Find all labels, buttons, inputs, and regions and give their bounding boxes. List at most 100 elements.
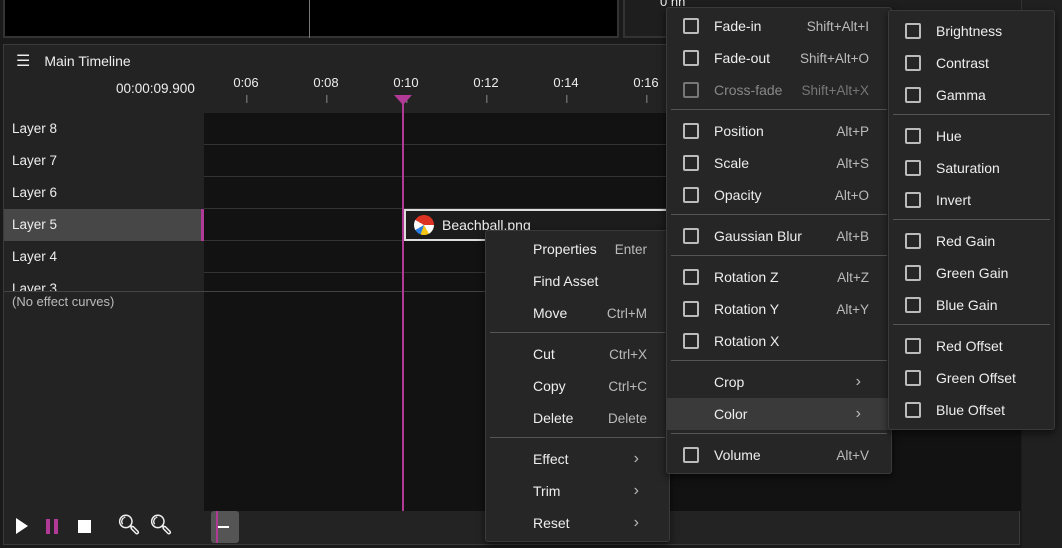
ruler-tick: 0:06: [233, 75, 259, 103]
menu-item[interactable]: Reset ›: [486, 507, 669, 539]
layer-selection-marker: [201, 209, 204, 241]
menu-item[interactable]: Crop ›: [667, 366, 891, 398]
chevron-right-icon: ›: [633, 514, 639, 531]
checkbox[interactable]: [905, 402, 921, 418]
preview-panel: [3, 0, 619, 38]
menu-item[interactable]: Color ›: [667, 398, 891, 430]
playhead-handle[interactable]: [394, 95, 412, 105]
menu-item[interactable]: Blue Gain: [889, 289, 1054, 321]
menu-separator: [671, 433, 887, 434]
checkbox[interactable]: [683, 18, 699, 34]
scrollbar-thumb[interactable]: [211, 511, 239, 543]
checkbox[interactable]: [905, 297, 921, 313]
checkbox[interactable]: [905, 370, 921, 386]
menu-item[interactable]: Green Offset: [889, 362, 1054, 394]
menu-item[interactable]: Copy Ctrl+C: [486, 370, 669, 402]
checkbox[interactable]: [683, 187, 699, 203]
checkbox[interactable]: [905, 192, 921, 208]
layer-label[interactable]: Layer 8: [4, 113, 204, 145]
clip-context-menu: Properties Enter Find Asset Move Ctrl+M Cut Ct…: [485, 230, 670, 542]
checkbox[interactable]: [683, 228, 699, 244]
ruler-tick: 0:12: [473, 75, 499, 103]
checkbox[interactable]: [905, 55, 921, 71]
checkbox[interactable]: [683, 447, 699, 463]
menu-item[interactable]: Scale Alt+S: [667, 147, 891, 179]
checkbox[interactable]: [683, 82, 699, 98]
menu-separator: [893, 219, 1050, 220]
stop-icon[interactable]: [78, 520, 91, 533]
checkbox[interactable]: [683, 123, 699, 139]
menu-separator: [893, 114, 1050, 115]
menu-separator: [490, 437, 665, 438]
checkbox[interactable]: [905, 233, 921, 249]
menu-item[interactable]: Contrast: [889, 47, 1054, 79]
checkbox[interactable]: [683, 155, 699, 171]
checkbox[interactable]: [905, 160, 921, 176]
checkbox[interactable]: [683, 301, 699, 317]
chevron-right-icon: ›: [633, 450, 639, 467]
menu-item[interactable]: Opacity Alt+O: [667, 179, 891, 211]
play-icon[interactable]: [16, 518, 28, 534]
checkbox[interactable]: [905, 87, 921, 103]
checkbox[interactable]: [905, 265, 921, 281]
layer-label[interactable]: Layer 6: [4, 177, 204, 209]
menu-item[interactable]: Hue: [889, 120, 1054, 152]
menu-separator: [671, 255, 887, 256]
checkbox[interactable]: [905, 23, 921, 39]
checkbox[interactable]: [683, 333, 699, 349]
chevron-right-icon: ›: [633, 482, 639, 499]
ruler-tick: 0:14: [553, 75, 579, 103]
menu-item[interactable]: Gaussian Blur Alt+B: [667, 220, 891, 252]
zoom-out-icon[interactable]: 🔍︎: [117, 513, 141, 537]
menu-item[interactable]: Fade-out Shift+Alt+O: [667, 42, 891, 74]
menu-item[interactable]: Find Asset: [486, 265, 669, 297]
menu-item[interactable]: Invert: [889, 184, 1054, 216]
menu-item[interactable]: Cross-fade Shift+Alt+X: [667, 74, 891, 106]
chevron-right-icon: ›: [855, 405, 861, 422]
menu-item[interactable]: Blue Offset: [889, 394, 1054, 426]
menu-item[interactable]: Rotation Y Alt+Y: [667, 293, 891, 325]
beachball-icon: [414, 215, 434, 235]
menu-item[interactable]: Volume Alt+V: [667, 439, 891, 471]
timecode: 00:00:09.900: [116, 81, 195, 96]
layer-label[interactable]: Layer 5: [4, 209, 204, 241]
menu-separator: [490, 332, 665, 333]
menu-item[interactable]: Saturation: [889, 152, 1054, 184]
ruler-tick: 0:08: [313, 75, 339, 103]
checkbox[interactable]: [905, 128, 921, 144]
menu-item[interactable]: Rotation Z Alt+Z: [667, 261, 891, 293]
ruler-tick: 0:10: [393, 75, 419, 103]
menu-separator: [671, 360, 887, 361]
menu-item[interactable]: Fade-in Shift+Alt+I: [667, 10, 891, 42]
menu-item[interactable]: Green Gain: [889, 257, 1054, 289]
layer-label[interactable]: Layer 7: [4, 145, 204, 177]
ruler-tick: 0:16: [633, 75, 659, 103]
menu-separator: [893, 324, 1050, 325]
menu-separator: [671, 214, 887, 215]
checkbox[interactable]: [683, 269, 699, 285]
color-submenu: Brightness Contrast Gamma Hue Saturation Inve…: [888, 10, 1055, 430]
preview-divider: [309, 0, 310, 38]
playhead-line[interactable]: [402, 99, 404, 511]
menu-item[interactable]: Trim ›: [486, 475, 669, 507]
menu-item[interactable]: Move Ctrl+M: [486, 297, 669, 329]
menu-separator: [671, 109, 887, 110]
chevron-right-icon: ›: [855, 373, 861, 390]
menu-icon[interactable]: ☰: [16, 51, 30, 71]
menu-item[interactable]: Rotation X: [667, 325, 891, 357]
menu-item[interactable]: Red Offset: [889, 330, 1054, 362]
menu-item[interactable]: Cut Ctrl+X: [486, 338, 669, 370]
checkbox[interactable]: [683, 50, 699, 66]
menu-item[interactable]: Position Alt+P: [667, 115, 891, 147]
menu-item[interactable]: Gamma: [889, 79, 1054, 111]
checkbox[interactable]: [905, 338, 921, 354]
menu-item[interactable]: Delete Delete: [486, 402, 669, 434]
pause-icon[interactable]: [46, 519, 58, 534]
menu-item[interactable]: Properties Enter: [486, 233, 669, 265]
no-curves-label: (No effect curves): [12, 294, 115, 309]
zoom-in-icon[interactable]: 🔍︎: [149, 513, 173, 537]
menu-item[interactable]: Effect ›: [486, 443, 669, 475]
menu-item[interactable]: Red Gain: [889, 225, 1054, 257]
layer-label[interactable]: Layer 4: [4, 241, 204, 273]
menu-item[interactable]: Brightness: [889, 15, 1054, 47]
